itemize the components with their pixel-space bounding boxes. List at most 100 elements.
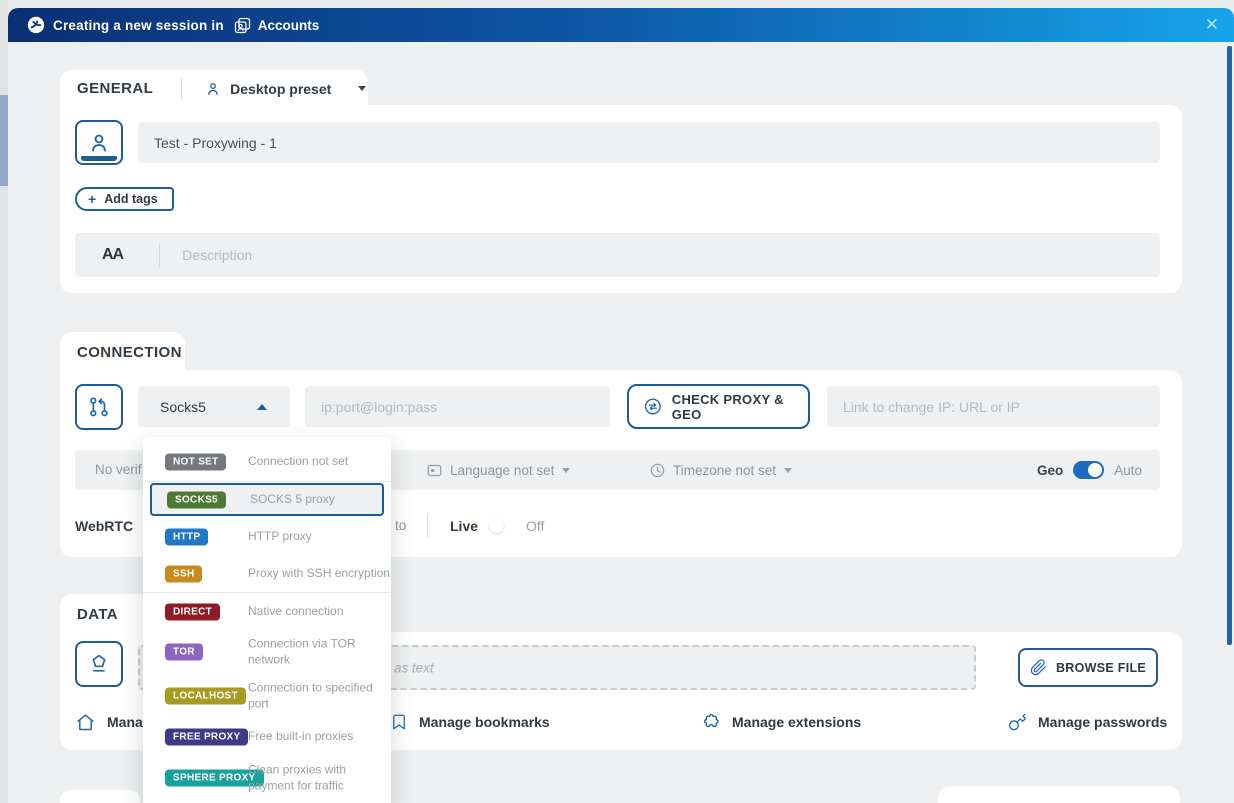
clock-icon: [650, 463, 665, 478]
verification-status: No verif: [95, 450, 142, 490]
change-ip-link-input[interactable]: [827, 386, 1160, 427]
proxy-type-dropdown: NOT SET Connection not set SOCKS5 SOCKS …: [143, 437, 391, 803]
person-icon: [205, 81, 221, 97]
scrollbar-thumb[interactable]: [1227, 46, 1232, 645]
background-edge-accent: [0, 95, 8, 186]
refresh-arrows-icon: [644, 397, 662, 416]
proxy-item-label: Connection via TOR network: [248, 636, 356, 667]
dropdown-item-http[interactable]: HTTP HTTP proxy: [143, 519, 391, 555]
timezone-value: Timezone not set: [673, 463, 776, 478]
language-select[interactable]: Language not set: [427, 450, 570, 490]
person-icon: [87, 131, 111, 155]
preset-dropdown[interactable]: Desktop preset: [205, 81, 366, 97]
geo-toggle[interactable]: [1073, 461, 1104, 479]
chevron-down-icon: [562, 468, 570, 473]
tab-divider: [181, 78, 182, 100]
modal-context-label: Accounts: [258, 18, 320, 33]
proxy-address-input[interactable]: [305, 386, 610, 427]
proxy-connection-icon: [87, 395, 111, 419]
text-format-icon: AA: [102, 246, 123, 264]
manage-passwords-link[interactable]: Manage passwords: [1008, 705, 1167, 739]
proxy-badge: LOCALHOST: [165, 688, 246, 705]
language-icon: [427, 463, 442, 478]
dropdown-item-localhost[interactable]: LOCALHOST Connection to specified port: [143, 674, 391, 718]
divider: [427, 514, 428, 537]
proxy-item-label: Native connection: [248, 604, 343, 620]
proxy-item-label: Free built-in proxies: [248, 729, 353, 745]
proxy-type-value: Socks5: [160, 399, 206, 415]
home-icon: [75, 712, 96, 733]
description-field: AA: [75, 233, 1160, 277]
session-name-input[interactable]: [138, 122, 1160, 163]
general-section-title: GENERAL: [77, 80, 153, 97]
proxy-type-select[interactable]: Socks5: [138, 386, 290, 427]
add-tags-button[interactable]: + Add tags: [75, 187, 174, 211]
puzzle-icon: [700, 712, 721, 733]
section-tab-data: DATA: [60, 594, 150, 634]
browse-file-button[interactable]: BROWSE FILE: [1018, 648, 1158, 687]
check-proxy-button[interactable]: CHECK PROXY & GEO: [627, 384, 810, 429]
avatar-accent-bar: [81, 156, 117, 161]
proxy-badge: NOT SET: [165, 454, 226, 471]
geo-mode-value: Auto: [1114, 463, 1142, 478]
webrtc-mode-fragment: to: [395, 512, 406, 540]
webrtc-state-label: Off: [526, 512, 544, 540]
connection-type-iconbox: [75, 384, 123, 430]
language-value: Language not set: [450, 463, 554, 478]
proxy-badge: SSH: [165, 565, 202, 582]
dropdown-item-not-set[interactable]: NOT SET Connection not set: [143, 444, 391, 480]
proxy-item-label: HTTP proxy: [248, 529, 312, 545]
geo-label: Geo: [1037, 463, 1063, 478]
accounts-icon: [234, 17, 251, 34]
proxy-badge: HTTP: [165, 529, 208, 546]
section-tab-general: GENERAL Desktop preset: [60, 70, 368, 107]
proxy-badge: FREE PROXY: [165, 728, 248, 745]
dropdown-item-ssh[interactable]: SSH Proxy with SSH encryption: [143, 555, 391, 592]
connection-section-title: CONNECTION: [77, 344, 182, 361]
drop-zone-placeholder: as text: [394, 660, 434, 675]
close-icon[interactable]: ✕: [1205, 8, 1219, 42]
chevron-up-icon: [257, 404, 267, 410]
modal-titlebar: Creating a new session in Accounts ✕: [8, 8, 1234, 42]
proxy-badge: SOCKS5: [167, 491, 226, 508]
new-session-modal: Creating a new session in Accounts ✕ GEN…: [0, 0, 1234, 803]
proxy-item-label: Clean proxies with payment for traffic: [248, 762, 346, 793]
key-icon: [1008, 713, 1027, 732]
manage-homepage-link[interactable]: Mana: [75, 705, 143, 739]
dropdown-item-free-proxy[interactable]: FREE PROXY Free built-in proxies: [143, 718, 391, 755]
manage-bookmarks-link[interactable]: Manage bookmarks: [390, 705, 550, 739]
timezone-select[interactable]: Timezone not set: [650, 450, 792, 490]
proxy-item-label: Connection to specified port: [248, 680, 373, 711]
manage-extensions-link[interactable]: Manage extensions: [700, 705, 861, 739]
webrtc-live-label: Live: [450, 512, 478, 540]
background-edge-strip: [0, 0, 8, 803]
description-input[interactable]: [180, 246, 1144, 264]
toggle-knob: [489, 518, 504, 533]
chevron-down-icon: [358, 86, 366, 91]
webrtc-label: WebRTC: [75, 512, 133, 540]
dropdown-divider: [143, 481, 391, 482]
geo-setting: Geo Auto: [1037, 450, 1142, 490]
dropdown-item-direct[interactable]: DIRECT Native connection: [143, 594, 391, 630]
dropdown-item-tor[interactable]: TOR Connection via TOR network: [143, 630, 391, 674]
dropdown-item-socks5-selected[interactable]: SOCKS5 SOCKS 5 proxy: [150, 483, 384, 516]
chevron-down-icon: [784, 468, 792, 473]
next-section-tab-partial: [60, 790, 140, 803]
proxy-item-label: Proxy with SSH encryption: [248, 566, 390, 582]
plus-icon: +: [88, 192, 96, 206]
field-divider: [159, 243, 160, 267]
dropdown-item-sphere-proxy[interactable]: SPHERE PROXY Clean proxies with payment …: [143, 755, 391, 801]
toggle-knob: [1088, 463, 1102, 477]
session-avatar-button[interactable]: [75, 120, 123, 165]
paperclip-icon: [1030, 659, 1047, 676]
bookmark-icon: [390, 713, 408, 731]
cookies-iconbox: [75, 641, 123, 687]
proxy-item-label: SOCKS 5 proxy: [250, 492, 335, 508]
section-tab-connection: CONNECTION: [60, 332, 185, 372]
cookies-icon: [87, 652, 111, 676]
data-section-title: DATA: [77, 606, 118, 623]
dropdown-divider: [143, 592, 391, 593]
preset-value: Desktop preset: [230, 81, 331, 97]
proxy-badge: TOR: [165, 644, 203, 661]
proxy-badge: DIRECT: [165, 604, 220, 621]
